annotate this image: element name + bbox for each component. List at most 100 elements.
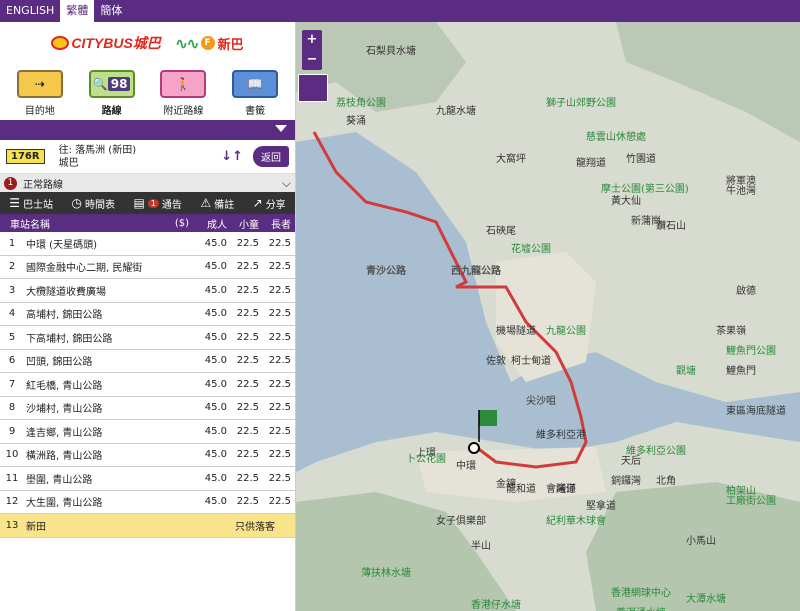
route-search-icon: 🔍 98: [88, 70, 135, 98]
chevron-down-icon: ⌵: [281, 175, 291, 190]
swap-arrows-icon[interactable]: ↓↑: [221, 149, 243, 164]
share-icon: ↗: [252, 196, 263, 210]
zoom-out-button[interactable]: −: [302, 50, 322, 70]
stop-name: 凹頭, 錦田公路: [26, 357, 93, 369]
table-row[interactable]: 3 大欖隧道收費廣場 45.0 22.5 22.5: [0, 279, 295, 303]
tool-notice[interactable]: ▤ 1 通告: [133, 196, 181, 211]
fare-child: 22.5: [236, 496, 259, 508]
header-stop: 車站名稱: [10, 219, 50, 231]
stop-index: 5: [8, 331, 16, 343]
nav-nearby-label: 附近路線: [163, 106, 204, 117]
tool-bus-stops[interactable]: ☰ 巴士站: [9, 196, 53, 211]
tool-share[interactable]: ↗ 分享: [253, 196, 286, 211]
lang-traditional-chinese[interactable]: 繁體: [60, 0, 95, 22]
table-row[interactable]: 7 紅毛橋, 青山公路 45.0 22.5 22.5: [0, 373, 295, 397]
route-header: 176R 往: 落馬洲 (新田) 城巴 ↓↑ 返回: [0, 140, 295, 174]
route-toolbar: ☰ 巴士站 ◷ 時間表 ▤ 1 通告 ⚠ 備註 ↗ 分享: [0, 192, 295, 214]
firstbus-logo-text: 新巴: [217, 37, 244, 53]
lang-simplified-chinese[interactable]: 簡体: [94, 0, 128, 22]
table-row[interactable]: 2 國際金融中心二期, 民耀街 45.0 22.5 22.5: [0, 256, 295, 279]
language-bar: ENGLISH 繁體 簡体: [0, 0, 800, 22]
logo-bar: CITYBUS城巴 ∿∿ F 新巴: [0, 22, 295, 64]
fare-adult: 45.0: [204, 378, 227, 390]
stop-index: 1: [8, 237, 16, 249]
map-label: 銅鑼灣: [611, 476, 641, 487]
map-label: 堅拿道: [586, 501, 616, 512]
map-label: 鯉魚門公園: [726, 346, 776, 357]
fare-senior: 22.5: [268, 496, 291, 508]
stop-name: 大生圍, 青山公路: [26, 498, 103, 510]
header-child: 小童: [239, 219, 259, 231]
collapse-bar[interactable]: [0, 120, 295, 140]
fare-child: 22.5: [236, 425, 259, 437]
zoom-control: + −: [302, 30, 322, 70]
destination-icon: ⇢: [16, 70, 63, 98]
nav-route-label: 路線: [101, 106, 122, 117]
table-row[interactable]: 1 中環 (天星碼頭) 45.0 22.5 22.5: [0, 232, 295, 256]
stop-name: 壆圍, 青山公路: [26, 474, 93, 486]
route-map[interactable]: + − 荔枝角公園 九龍水塘 石梨貝水塘 獅子山郊野公園 慈雲山休憩處 大窩坪 龍翔道 竹園道…: [296, 22, 800, 611]
alight-only-note: 只供落客: [235, 521, 275, 533]
map-label: 女子俱樂部: [436, 516, 486, 527]
stop-index: 3: [8, 284, 16, 296]
nav-nearby[interactable]: 🚶 附近路線: [152, 70, 214, 117]
citybus-swoosh-icon: [51, 36, 70, 50]
table-row[interactable]: 6 凹頭, 錦田公路 45.0 22.5 22.5: [0, 350, 295, 373]
map-label: 茶果嶺: [716, 326, 746, 337]
nav-bookmark[interactable]: 📖 書籤: [224, 70, 286, 117]
table-row[interactable]: 4 高埔村, 錦田公路 45.0 22.5 22.5: [0, 303, 295, 326]
map-label: 鑽石山: [656, 221, 686, 232]
fare-senior: 22.5: [268, 331, 291, 343]
tool-remarks[interactable]: ⚠ 備註: [200, 196, 234, 211]
stop-name: 高埔村, 錦田公路: [26, 310, 103, 322]
nav-destination[interactable]: ⇢ 目的地: [9, 70, 71, 117]
back-button[interactable]: 返回: [253, 146, 289, 167]
main-nav: ⇢ 目的地 🔍 98 路線 🚶 附近路線 📖 書籤: [0, 64, 295, 120]
zoom-in-button[interactable]: +: [302, 30, 322, 50]
fare-adult: 45.0: [204, 449, 227, 461]
variant-label: 正常路線: [23, 179, 63, 191]
table-row[interactable]: 10 橫洲路, 青山公路 45.0 22.5 22.5: [0, 444, 295, 467]
table-row-last[interactable]: 13 新田 只供落客: [0, 514, 295, 538]
route-variant-select[interactable]: 1 正常路線 ⌵: [0, 174, 295, 192]
tool-notice-label: 通告: [161, 199, 182, 211]
map-label: 東區海底隧道: [726, 406, 786, 417]
fare-child: 22.5: [236, 308, 259, 320]
map-label: 竹園道: [626, 154, 656, 165]
map-label: 會議道: [546, 484, 576, 495]
stop-index: 6: [8, 355, 16, 367]
clock-icon: ◷: [71, 196, 82, 210]
notice-icon: ▤: [133, 196, 145, 210]
fare-child: 22.5: [236, 237, 259, 249]
table-row[interactable]: 9 逢吉鄉, 青山公路 45.0 22.5 22.5: [0, 420, 295, 444]
nav-route[interactable]: 🔍 98 路線: [81, 70, 143, 117]
stop-name: 中環 (天星碼頭): [26, 239, 97, 251]
stop-index: 2: [8, 261, 16, 273]
stop-name: 下高埔村, 錦田公路: [26, 333, 113, 345]
tool-timetable[interactable]: ◷ 時間表: [71, 196, 114, 211]
map-label: 葵涌: [346, 116, 366, 127]
stop-index: 4: [8, 308, 16, 320]
citybus-logo-text: CITYBUS城巴: [71, 35, 161, 51]
map-label: 龍和道: [506, 484, 536, 495]
table-row[interactable]: 12 大生圍, 青山公路 45.0 22.5 22.5: [0, 491, 295, 514]
fare-senior: 22.5: [268, 449, 291, 461]
route-number-badge: 176R: [6, 149, 45, 164]
header-adult: 成人: [207, 219, 227, 231]
left-panel: CITYBUS城巴 ∿∿ F 新巴 ⇢ 目的地 🔍 98 路線 🚶 附近路線 📖 書籤…: [0, 22, 296, 611]
route-destination: 往: 落馬洲 (新田) 城巴: [59, 144, 222, 170]
table-row[interactable]: 11 壆圍, 青山公路 45.0 22.5 22.5: [0, 467, 295, 491]
map-layer-toggle[interactable]: [298, 74, 328, 102]
stop-index: 12: [5, 496, 19, 508]
fare-child: 22.5: [236, 449, 259, 461]
map-label: 九龍水塘: [436, 106, 476, 117]
table-row[interactable]: 5 下高埔村, 錦田公路 45.0 22.5 22.5: [0, 326, 295, 350]
map-label: 石梨貝水塘: [366, 46, 416, 57]
lang-english[interactable]: ENGLISH: [0, 0, 60, 22]
map-label: 鯉魚門: [726, 366, 756, 377]
map-label: 北角: [656, 476, 676, 487]
fare-adult: 45.0: [204, 331, 227, 343]
table-row[interactable]: 8 沙埔村, 青山公路 45.0 22.5 22.5: [0, 397, 295, 420]
fare-senior: 22.5: [268, 284, 291, 296]
fare-senior: 22.5: [268, 402, 291, 414]
